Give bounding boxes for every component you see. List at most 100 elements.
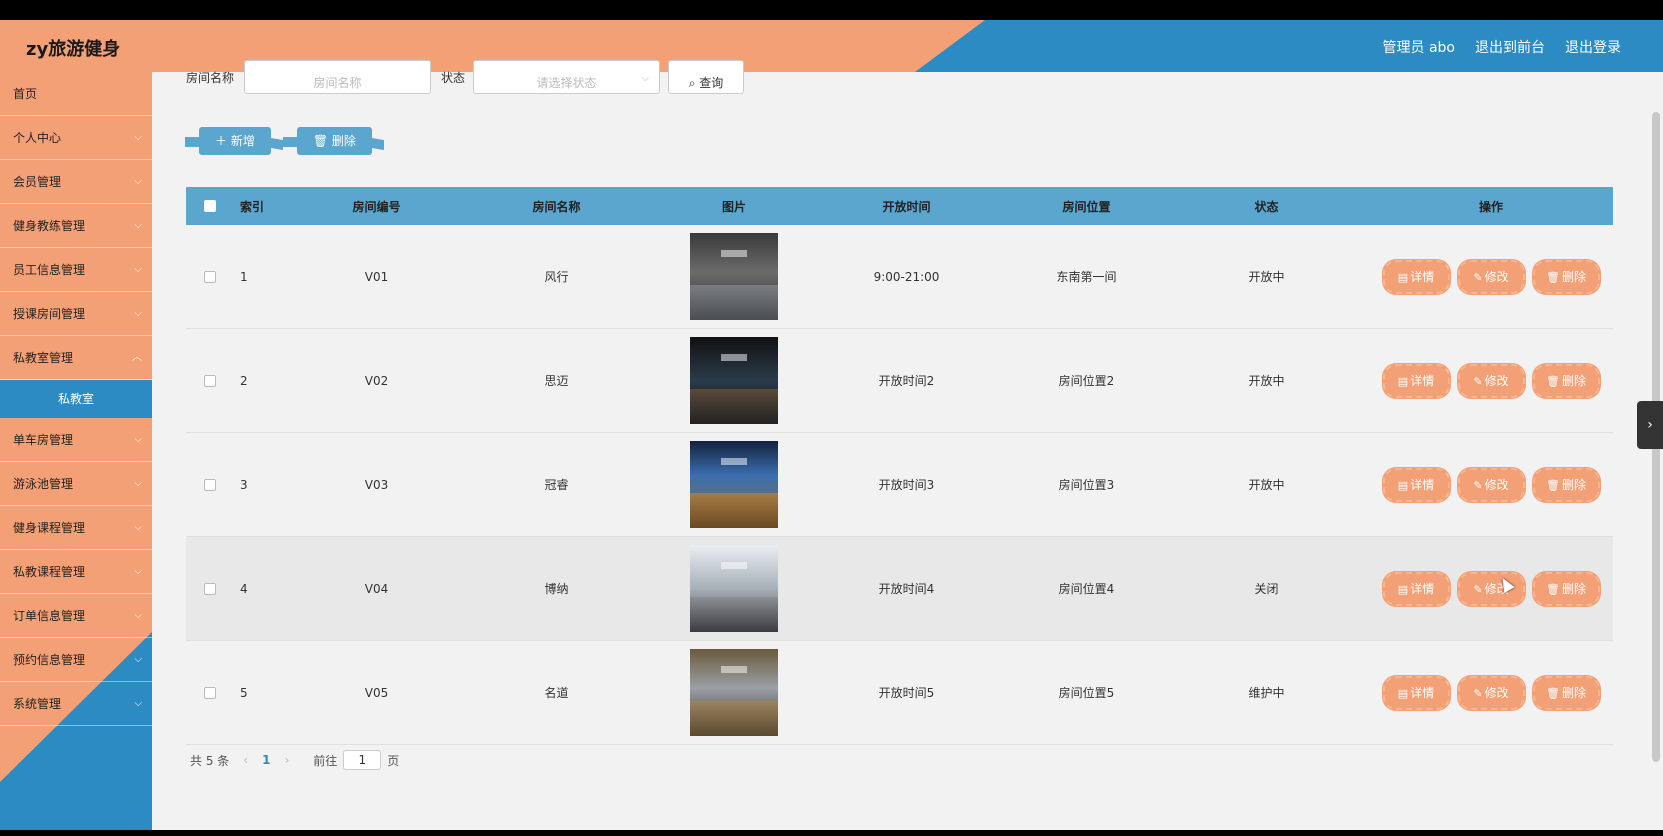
cell-index: 4 bbox=[240, 581, 248, 596]
logout-link[interactable]: 退出登录 bbox=[1565, 37, 1621, 57]
delete-button[interactable]: 🗑 删除 bbox=[1532, 259, 1600, 294]
detail-button[interactable]: ▤ 详情 bbox=[1382, 467, 1450, 502]
admin-name[interactable]: 管理员 abo bbox=[1383, 37, 1455, 57]
sidebar-item-label: 个人中心 bbox=[13, 131, 62, 145]
goto-label: 前往 bbox=[313, 753, 338, 768]
cell-index: 2 bbox=[240, 373, 248, 388]
page-scrollbar[interactable] bbox=[1647, 72, 1663, 830]
edit-button[interactable]: ✎ 修改 bbox=[1457, 259, 1525, 294]
sidebar-item-system[interactable]: 系统管理 ⌵ bbox=[0, 682, 152, 726]
document-icon: ▤ bbox=[1397, 478, 1409, 492]
edit-button[interactable]: ✎ 修改 bbox=[1457, 363, 1525, 398]
sidebar-item-bookings[interactable]: 预约信息管理 ⌵ bbox=[0, 638, 152, 682]
sidebar-item-profile[interactable]: 个人中心 ⌵ bbox=[0, 116, 152, 160]
edit-button[interactable]: ✎ 修改 bbox=[1457, 467, 1525, 502]
sidebar-item-label: 私教室管理 bbox=[13, 351, 74, 365]
room-photo[interactable] bbox=[690, 233, 778, 320]
cell-actions: ▤ 详情 ✎ 修改 🗑 删除 bbox=[1369, 675, 1613, 710]
chevron-right-icon[interactable]: › bbox=[1637, 401, 1663, 449]
delete-label: 删除 bbox=[1561, 269, 1586, 284]
cell-code: V02 bbox=[364, 373, 389, 388]
search-icon: ⌕ bbox=[688, 76, 696, 90]
sidebar-item-class-rooms[interactable]: 授课房间管理 ⌵ bbox=[0, 292, 152, 336]
plus-icon: ＋ bbox=[215, 134, 228, 148]
cell-status: 开放中 bbox=[1248, 270, 1285, 284]
row-checkbox[interactable] bbox=[204, 270, 216, 283]
col-header-name: 房间名称 bbox=[532, 199, 581, 214]
bulk-delete-button[interactable]: 🗑 删除 bbox=[282, 127, 372, 155]
detail-label: 详情 bbox=[1410, 269, 1435, 284]
sidebar-item-private-courses[interactable]: 私教课程管理 ⌵ bbox=[0, 550, 152, 594]
row-checkbox[interactable] bbox=[204, 582, 216, 595]
sidebar-item-bike-rooms[interactable]: 单车房管理 ⌵ bbox=[0, 418, 152, 462]
next-page-icon[interactable]: › bbox=[284, 753, 289, 767]
row-checkbox[interactable] bbox=[204, 686, 216, 699]
sidebar-item-label: 员工信息管理 bbox=[13, 263, 86, 277]
sidebar-item-pools[interactable]: 游泳池管理 ⌵ bbox=[0, 462, 152, 506]
prev-page-icon[interactable]: ‹ bbox=[243, 753, 248, 767]
trash-icon: 🗑 bbox=[1546, 478, 1560, 492]
cell-index: 5 bbox=[240, 685, 248, 700]
add-button[interactable]: ＋ 新增 bbox=[185, 127, 271, 155]
app-window: zy旅游健身 管理员 abo 退出到前台 退出登录 首页 个人中心 ⌵ 会员管理 ⌵… bbox=[0, 20, 1663, 830]
detail-button[interactable]: ▤ 详情 bbox=[1382, 259, 1450, 294]
room-photo[interactable] bbox=[690, 649, 778, 736]
chevron-down-icon: ⌵ bbox=[134, 132, 142, 143]
room-photo[interactable] bbox=[690, 545, 778, 632]
detail-label: 详情 bbox=[1410, 373, 1435, 388]
room-photo[interactable] bbox=[690, 337, 778, 424]
cell-open-time: 9:00-21:00 bbox=[873, 269, 940, 284]
edit-button[interactable]: ✎ 修改 bbox=[1457, 571, 1525, 606]
chevron-down-icon: ⌵ bbox=[134, 522, 142, 533]
sidebar-item-home[interactable]: 首页 bbox=[0, 72, 152, 116]
sidebar-item-members[interactable]: 会员管理 ⌵ bbox=[0, 160, 152, 204]
room-name-input[interactable]: 房间名称 bbox=[244, 60, 432, 94]
cell-position: 东南第一间 bbox=[1056, 270, 1117, 284]
room-photo[interactable] bbox=[690, 441, 778, 528]
row-checkbox[interactable] bbox=[204, 374, 216, 387]
page-jump-input[interactable]: 1 bbox=[343, 750, 382, 770]
exit-to-front-link[interactable]: 退出到前台 bbox=[1475, 37, 1545, 57]
sidebar-item-orders[interactable]: 订单信息管理 ⌵ bbox=[0, 594, 152, 638]
cell-actions: ▤ 详情 ✎ 修改 🗑 删除 bbox=[1369, 571, 1613, 606]
detail-button[interactable]: ▤ 详情 bbox=[1382, 675, 1450, 710]
delete-button[interactable]: 🗑 删除 bbox=[1532, 467, 1600, 502]
cell-status: 维护中 bbox=[1248, 686, 1285, 700]
pencil-icon: ✎ bbox=[1473, 374, 1483, 388]
edit-button[interactable]: ✎ 修改 bbox=[1457, 675, 1525, 710]
chevron-down-icon: ⌵ bbox=[641, 73, 650, 84]
delete-button[interactable]: 🗑 删除 bbox=[1532, 571, 1600, 606]
chevron-down-icon: ⌵ bbox=[134, 308, 142, 319]
delete-button[interactable]: 🗑 删除 bbox=[1532, 675, 1600, 710]
document-icon: ▤ bbox=[1397, 270, 1409, 284]
sidebar-subitem-private-room[interactable]: 私教室 bbox=[0, 380, 152, 418]
select-all-checkbox[interactable] bbox=[204, 200, 216, 212]
trash-icon: 🗑 bbox=[312, 134, 329, 148]
search-bar: 房间名称 房间名称 状态 请选择状态 ⌵ ⌕ 查询 bbox=[186, 60, 745, 94]
status-select[interactable]: 请选择状态 ⌵ bbox=[473, 60, 661, 94]
sidebar-item-label: 游泳池管理 bbox=[13, 477, 74, 491]
page-unit-label: 页 bbox=[387, 753, 400, 768]
sidebar-item-label: 私教课程管理 bbox=[13, 565, 86, 579]
cell-position: 房间位置4 bbox=[1058, 582, 1115, 596]
cell-code: V05 bbox=[364, 685, 389, 700]
row-checkbox[interactable] bbox=[204, 478, 216, 491]
edit-label: 修改 bbox=[1484, 269, 1509, 284]
pencil-icon: ✎ bbox=[1473, 478, 1483, 492]
cell-name: 风行 bbox=[544, 270, 569, 284]
sidebar: 首页 个人中心 ⌵ 会员管理 ⌵ 健身教练管理 ⌵ 员工信息管理 ⌵ 授课房间管理 ⌵ 私… bbox=[0, 72, 152, 830]
cell-status: 开放中 bbox=[1248, 478, 1285, 492]
sidebar-item-staff[interactable]: 员工信息管理 ⌵ bbox=[0, 248, 152, 292]
page-number-current[interactable]: 1 bbox=[262, 753, 270, 767]
delete-button[interactable]: 🗑 删除 bbox=[1532, 363, 1600, 398]
delete-label: 删除 bbox=[1561, 685, 1586, 700]
cell-actions: ▤ 详情 ✎ 修改 🗑 删除 bbox=[1369, 259, 1613, 294]
sidebar-item-coaches[interactable]: 健身教练管理 ⌵ bbox=[0, 204, 152, 248]
query-button-label: 查询 bbox=[699, 76, 724, 90]
sidebar-item-private-rooms[interactable]: 私教室管理 ︿ bbox=[0, 336, 152, 380]
chevron-down-icon: ⌵ bbox=[134, 264, 142, 275]
detail-button[interactable]: ▤ 详情 bbox=[1382, 363, 1450, 398]
query-button[interactable]: ⌕ 查询 bbox=[668, 60, 745, 94]
detail-button[interactable]: ▤ 详情 bbox=[1382, 571, 1450, 606]
sidebar-item-fitness-courses[interactable]: 健身课程管理 ⌵ bbox=[0, 506, 152, 550]
